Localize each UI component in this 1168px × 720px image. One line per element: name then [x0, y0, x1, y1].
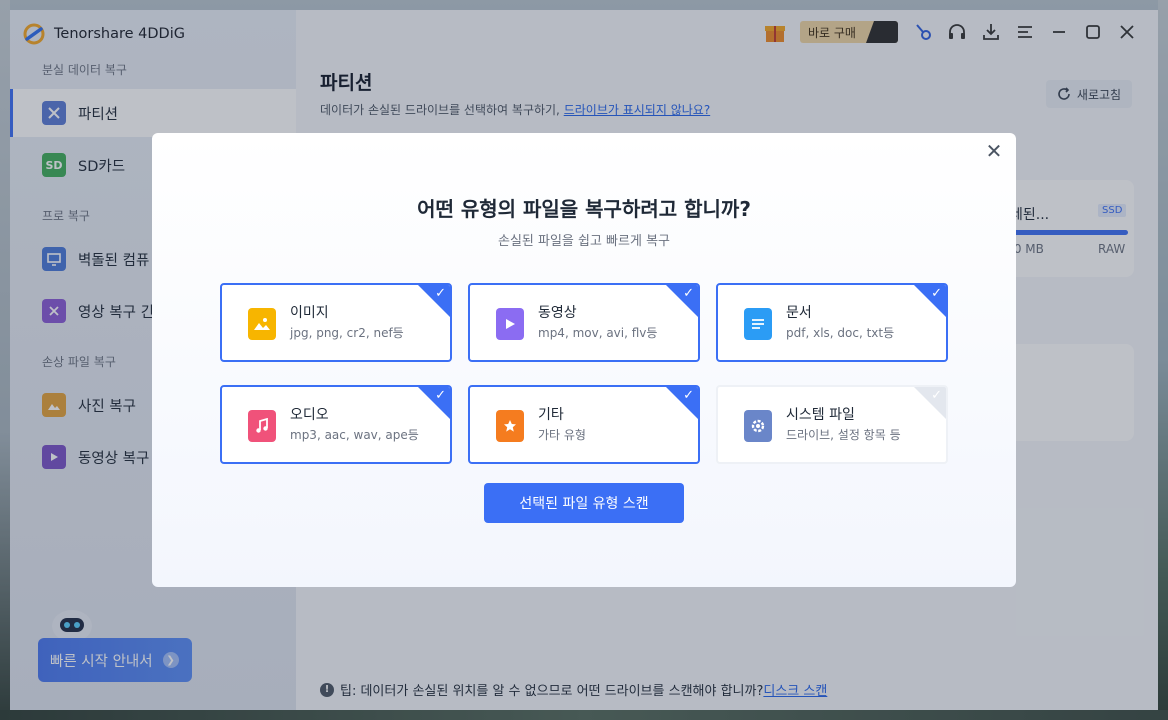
file-type-name: 시스템 파일: [786, 407, 855, 423]
file-type-extensions: mp3, aac, wav, ape등: [290, 428, 419, 442]
dialog-title: 어떤 유형의 파일을 복구하려고 합니까?: [417, 197, 751, 221]
file-type-video[interactable]: ✓ 동영상 mp4, mov, avi, flv등: [468, 283, 700, 362]
file-type-image[interactable]: ✓ 이미지 jpg, png, cr2, nef등: [220, 283, 452, 362]
video-file-icon: [496, 308, 524, 340]
file-type-name: 오디오: [290, 407, 329, 423]
file-type-name: 기타: [538, 407, 564, 423]
checkmark-icon: ✓: [683, 388, 694, 403]
file-type-system[interactable]: ✓ 시스템 파일 드라이브, 설정 항목 등: [716, 385, 948, 464]
audio-file-icon: [248, 410, 276, 442]
file-type-extensions: jpg, png, cr2, nef등: [290, 326, 404, 340]
checkmark-icon: ✓: [435, 286, 446, 301]
file-type-document[interactable]: ✓ 문서 pdf, xls, doc, txt등: [716, 283, 948, 362]
file-type-extensions: mp4, mov, avi, flv등: [538, 326, 658, 340]
file-type-extensions: 드라이브, 설정 항목 등: [786, 428, 901, 442]
file-type-name: 문서: [786, 305, 812, 321]
dialog-subtitle: 손실된 파일을 쉽고 빠르게 복구: [497, 234, 670, 249]
file-type-other[interactable]: ✓ 기타 가타 유형: [468, 385, 700, 464]
file-type-audio[interactable]: ✓ 오디오 mp3, aac, wav, ape등: [220, 385, 452, 464]
checkmark-icon: ✓: [435, 388, 446, 403]
close-icon[interactable]: ✕: [984, 141, 1004, 161]
file-type-extensions: 가타 유형: [538, 428, 586, 442]
file-type-name: 동영상: [538, 305, 577, 321]
checkmark-icon: ✓: [683, 286, 694, 301]
image-file-icon: [248, 308, 276, 340]
document-file-icon: [744, 308, 772, 340]
checkmark-icon: ✓: [931, 286, 942, 301]
checkmark-icon: ✓: [931, 388, 942, 403]
file-type-extensions: pdf, xls, doc, txt등: [786, 326, 895, 340]
file-type-name: 이미지: [290, 305, 329, 321]
file-type-dialog: ✕ 어떤 유형의 파일을 복구하려고 합니까? 손실된 파일을 쉽고 빠르게 복…: [152, 133, 1016, 587]
system-file-icon: [744, 410, 772, 442]
other-file-icon: [496, 410, 524, 442]
scan-selected-types-button[interactable]: 선택된 파일 유형 스캔: [484, 483, 684, 523]
